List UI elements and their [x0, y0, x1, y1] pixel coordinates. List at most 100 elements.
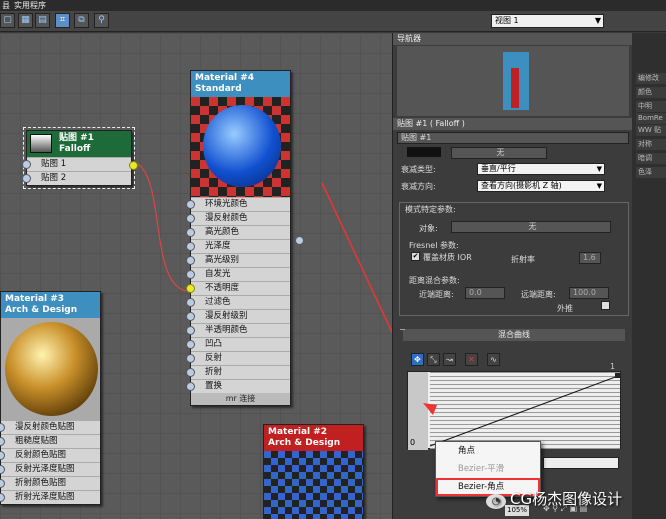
strip-item[interactable]: 色泽: [636, 167, 666, 178]
link-icon[interactable]: ⌗: [55, 13, 70, 28]
slot-socket[interactable]: [0, 423, 5, 432]
slot-map1[interactable]: 贴图 1: [22, 157, 131, 171]
slot-row[interactable]: 反射光泽度贴图: [0, 462, 100, 476]
strip-item[interactable]: 暗调: [636, 153, 666, 164]
slot-socket[interactable]: [186, 270, 195, 279]
slot-row[interactable]: 漫反射颜色: [186, 211, 290, 225]
view-select[interactable]: 视图 1 ▼: [491, 14, 604, 28]
slot-row[interactable]: 环境光颜色: [186, 197, 290, 211]
delete-point-icon[interactable]: ✕: [465, 353, 478, 366]
near-distance-input[interactable]: 0.0: [465, 287, 505, 299]
strip-item[interactable]: 编修改: [636, 73, 666, 84]
slot-socket[interactable]: [186, 340, 195, 349]
slot-socket[interactable]: [186, 382, 195, 391]
color-swatch[interactable]: [407, 147, 441, 157]
slot-socket[interactable]: [0, 479, 5, 488]
object-picker[interactable]: 无: [451, 221, 611, 233]
node-falloff-header[interactable]: 贴图 #1 Falloff: [27, 131, 131, 157]
scale-point-icon[interactable]: ⤡: [427, 353, 440, 366]
slot-row[interactable]: 漫反射级别: [186, 309, 290, 323]
slot-row[interactable]: 半透明颜色: [186, 323, 290, 337]
node-material2[interactable]: Material #2 Arch & Design: [263, 424, 364, 519]
context-menu-bezier-smooth[interactable]: Bezier-平滑: [436, 460, 540, 478]
material4-preview: [191, 97, 290, 197]
panel-title: 贴图 #1 ( Falloff ): [393, 118, 633, 130]
slot-row[interactable]: 漫反射颜色贴图: [0, 420, 100, 434]
slot-row[interactable]: 置换: [186, 379, 290, 393]
slot-socket[interactable]: [186, 228, 195, 237]
slot-socket[interactable]: [186, 312, 195, 321]
node-material4[interactable]: Material #4 Standard 环境光颜色漫反射颜色高光颜色 光泽度 高光…: [186, 70, 304, 406]
menu-item-1[interactable]: 县: [2, 0, 10, 11]
context-menu-corner[interactable]: 角点: [436, 442, 540, 460]
slot-row[interactable]: 折射: [186, 365, 290, 379]
slot-row[interactable]: 折射颜色贴图: [0, 476, 100, 490]
strip-item[interactable]: 颜色: [636, 87, 666, 98]
zoom-icon[interactable]: ⚲: [94, 13, 109, 28]
slot-map2[interactable]: 贴图 2: [22, 171, 131, 185]
slot-socket[interactable]: [22, 160, 31, 169]
slot-socket[interactable]: [186, 284, 195, 293]
slot-row[interactable]: 不透明度: [186, 281, 290, 295]
material4-output-socket[interactable]: [295, 236, 304, 245]
slot-row[interactable]: 粗糙度贴图: [0, 434, 100, 448]
layout-icon[interactable]: ▦: [18, 13, 33, 28]
slot-row[interactable]: 凹凸: [186, 337, 290, 351]
node-falloff[interactable]: 贴图 #1 Falloff 贴图 1 贴图 2: [22, 127, 138, 189]
slot-socket[interactable]: [22, 174, 31, 183]
slot-socket[interactable]: [0, 465, 5, 474]
strip-item[interactable]: BomRe: [636, 113, 666, 124]
menu-item-utilities[interactable]: 实用程序: [14, 0, 46, 11]
slot-row[interactable]: 过滤色: [186, 295, 290, 309]
slot-socket[interactable]: [186, 200, 195, 209]
slot-row[interactable]: 光泽度: [186, 239, 290, 253]
falloff-direction-select[interactable]: 查看方向(摄影机 Z 轴) ▼: [477, 180, 605, 192]
curve-coord-field[interactable]: [543, 457, 619, 469]
slot-socket[interactable]: [186, 354, 195, 363]
node-material3[interactable]: Material #3 Arch & Design 漫反射颜色贴图粗糙度贴图反射…: [0, 291, 101, 505]
slot-socket[interactable]: [186, 326, 195, 335]
view-select-value: 视图 1: [495, 16, 519, 25]
map-name-field[interactable]: 贴图 #1: [397, 132, 629, 144]
slot-socket[interactable]: [0, 437, 5, 446]
move-icon[interactable]: ✥: [411, 353, 424, 366]
curve-point-end[interactable]: [615, 373, 620, 378]
far-distance-input[interactable]: 100.0: [569, 287, 609, 299]
strip-item[interactable]: 中明: [636, 101, 666, 112]
collapse-icon[interactable]: −: [399, 325, 409, 335]
slot-socket[interactable]: [186, 298, 195, 307]
override-ior-checkbox[interactable]: ✔: [411, 252, 420, 261]
slot-socket[interactable]: [186, 256, 195, 265]
slot-socket[interactable]: [186, 368, 195, 377]
slot-row[interactable]: 反射颜色贴图: [0, 448, 100, 462]
slot-row[interactable]: 反射: [186, 351, 290, 365]
material3-preview: [1, 318, 100, 420]
slot-row[interactable]: 折射光泽度贴图: [0, 490, 100, 504]
node-canvas[interactable]: 贴图 #1 Falloff 贴图 1 贴图 2 Material #4 Stan…: [0, 33, 392, 519]
ior-input[interactable]: 1.6: [579, 252, 601, 264]
navigator-view[interactable]: [397, 46, 629, 116]
slot-row[interactable]: 高光颜色: [186, 225, 290, 239]
slot-socket[interactable]: [186, 214, 195, 223]
slot-socket[interactable]: [0, 451, 5, 460]
nav-icon[interactable]: ▢: [0, 13, 15, 28]
node-material3-header[interactable]: Material #3 Arch & Design: [1, 292, 100, 318]
falloff-type-select[interactable]: 垂直/平行 ▼: [477, 163, 605, 175]
strip-item[interactable]: 对称: [636, 139, 666, 150]
arrange-icon[interactable]: ⧉: [74, 13, 89, 28]
add-point-icon[interactable]: ↝: [443, 353, 456, 366]
slot-label: 粗糙度贴图: [15, 436, 58, 446]
output-socket[interactable]: [129, 161, 138, 170]
node-material2-header[interactable]: Material #2 Arch & Design: [264, 425, 363, 451]
node-material4-header[interactable]: Material #4 Standard: [191, 71, 290, 97]
slot-row[interactable]: 高光级别: [186, 253, 290, 267]
slot-socket[interactable]: [0, 493, 5, 502]
reset-curve-icon[interactable]: ∿: [487, 353, 500, 366]
slot-label: 漫反射颜色: [205, 213, 248, 223]
strip-item[interactable]: WW 贴: [636, 125, 666, 136]
slot-socket[interactable]: [186, 242, 195, 251]
slot-row[interactable]: 自发光: [186, 267, 290, 281]
map-slot-none[interactable]: 无: [451, 147, 547, 159]
extrapolate-checkbox[interactable]: [601, 301, 610, 310]
grid-icon[interactable]: ▤: [35, 13, 50, 28]
